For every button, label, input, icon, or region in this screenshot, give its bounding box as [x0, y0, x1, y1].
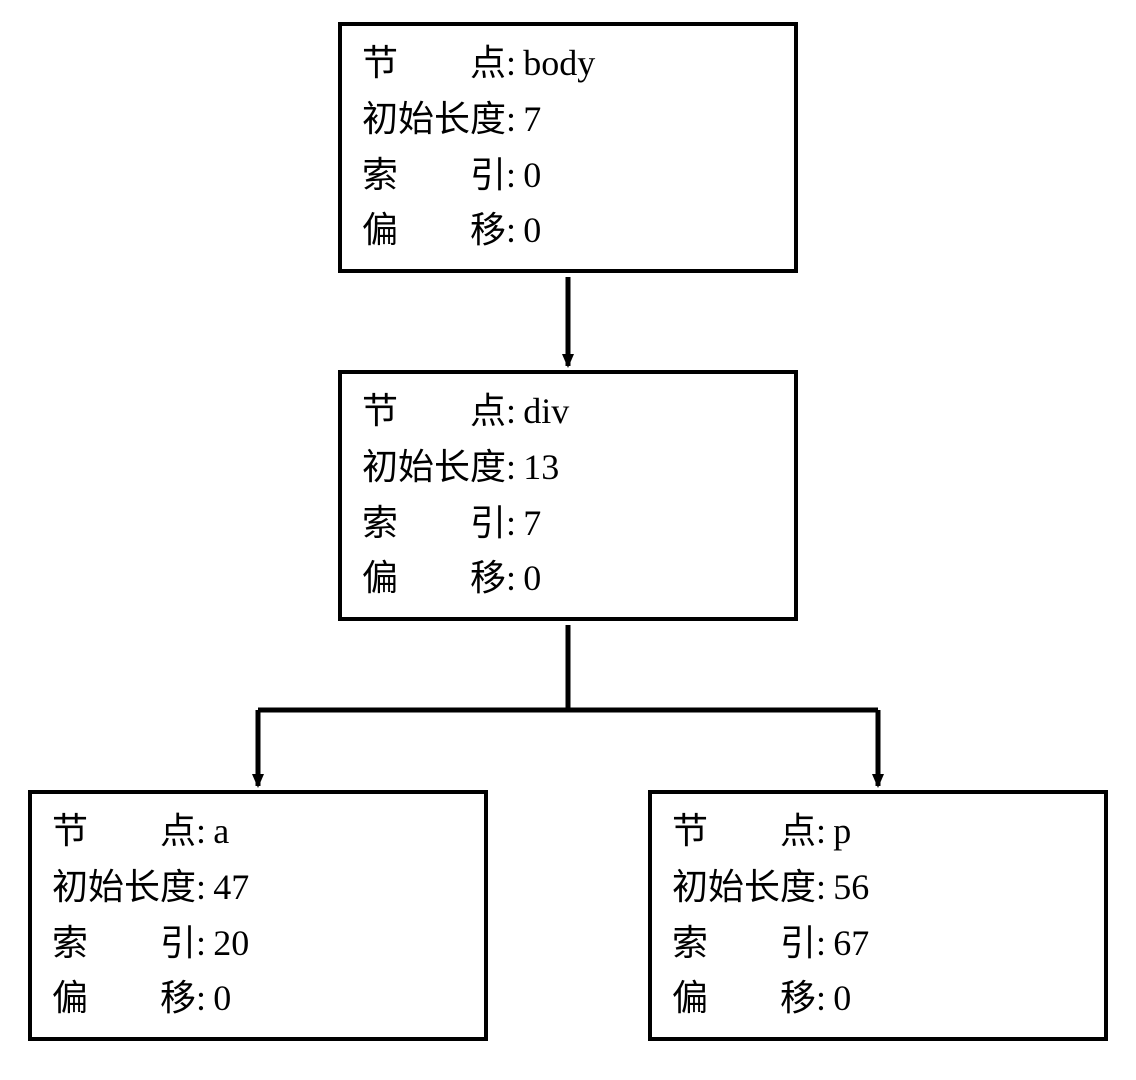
- colon: :: [816, 916, 826, 972]
- value-offset: 0: [523, 203, 541, 259]
- colon: :: [506, 203, 516, 259]
- node-field-initial-length: 初始长度: 13: [362, 440, 774, 496]
- label-node: 节点: [672, 804, 816, 860]
- colon: :: [196, 860, 206, 916]
- value-offset: 0: [833, 971, 851, 1027]
- value-initial-length: 56: [833, 860, 869, 916]
- node-field-name: 节点: div: [362, 384, 774, 440]
- label-index: 索引: [362, 148, 506, 204]
- label-initial-length: 初始长度: [672, 860, 816, 916]
- value-offset: 0: [213, 971, 231, 1027]
- colon: :: [506, 551, 516, 607]
- colon: :: [816, 804, 826, 860]
- node-field-index: 索引: 7: [362, 496, 774, 552]
- label-node: 节点: [362, 384, 506, 440]
- colon: :: [506, 496, 516, 552]
- node-field-index: 索引: 20: [52, 916, 464, 972]
- colon: :: [196, 804, 206, 860]
- label-initial-length: 初始长度: [362, 440, 506, 496]
- value-initial-length: 13: [523, 440, 559, 496]
- tree-node-body: 节点: body 初始长度: 7 索引: 0 偏移: 0: [338, 22, 798, 273]
- label-offset: 偏移: [672, 971, 816, 1027]
- label-initial-length: 初始长度: [362, 92, 506, 148]
- node-field-index: 索引: 67: [672, 916, 1084, 972]
- tree-node-p: 节点: p 初始长度: 56 索引: 67 偏移: 0: [648, 790, 1108, 1041]
- label-index: 索引: [362, 496, 506, 552]
- node-field-offset: 偏移: 0: [672, 971, 1084, 1027]
- value-index: 20: [213, 916, 249, 972]
- node-field-offset: 偏移: 0: [362, 203, 774, 259]
- value-node-name: body: [523, 36, 595, 92]
- node-field-initial-length: 初始长度: 56: [672, 860, 1084, 916]
- value-initial-length: 47: [213, 860, 249, 916]
- colon: :: [196, 916, 206, 972]
- value-index: 67: [833, 916, 869, 972]
- label-index: 索引: [52, 916, 196, 972]
- value-offset: 0: [523, 551, 541, 607]
- label-node: 节点: [362, 36, 506, 92]
- colon: :: [196, 971, 206, 1027]
- node-field-initial-length: 初始长度: 7: [362, 92, 774, 148]
- tree-node-a: 节点: a 初始长度: 47 索引: 20 偏移: 0: [28, 790, 488, 1041]
- value-node-name: div: [523, 384, 569, 440]
- value-index: 7: [523, 496, 541, 552]
- colon: :: [506, 440, 516, 496]
- label-initial-length: 初始长度: [52, 860, 196, 916]
- colon: :: [816, 971, 826, 1027]
- value-node-name: a: [213, 804, 229, 860]
- value-index: 0: [523, 148, 541, 204]
- label-index: 索引: [672, 916, 816, 972]
- node-field-index: 索引: 0: [362, 148, 774, 204]
- tree-node-div: 节点: div 初始长度: 13 索引: 7 偏移: 0: [338, 370, 798, 621]
- node-field-name: 节点: a: [52, 804, 464, 860]
- node-field-name: 节点: p: [672, 804, 1084, 860]
- colon: :: [506, 384, 516, 440]
- value-initial-length: 7: [523, 92, 541, 148]
- label-offset: 偏移: [362, 203, 506, 259]
- colon: :: [816, 860, 826, 916]
- value-node-name: p: [833, 804, 851, 860]
- node-field-initial-length: 初始长度: 47: [52, 860, 464, 916]
- node-field-offset: 偏移: 0: [362, 551, 774, 607]
- label-offset: 偏移: [362, 551, 506, 607]
- colon: :: [506, 92, 516, 148]
- node-field-offset: 偏移: 0: [52, 971, 464, 1027]
- node-field-name: 节点: body: [362, 36, 774, 92]
- label-node: 节点: [52, 804, 196, 860]
- colon: :: [506, 148, 516, 204]
- label-offset: 偏移: [52, 971, 196, 1027]
- colon: :: [506, 36, 516, 92]
